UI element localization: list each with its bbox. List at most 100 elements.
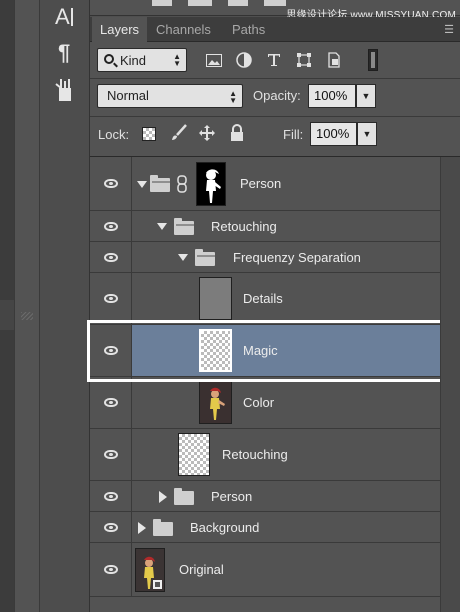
tab-layers[interactable]: Layers (92, 17, 148, 42)
collapse-arrow-icon[interactable] (159, 491, 167, 503)
fill-input[interactable]: 100% (310, 122, 357, 146)
character-tool-icon[interactable]: A (48, 2, 82, 30)
tool-panel-column: A ¶ (40, 0, 90, 612)
folder-icon (153, 519, 173, 536)
resize-grip-icon[interactable] (21, 312, 33, 320)
folder-icon (174, 488, 194, 505)
layer-thumbnail[interactable] (178, 433, 210, 476)
layer-row[interactable]: Color (90, 377, 440, 429)
type-filter-icon[interactable] (263, 49, 285, 71)
layer-name: Frequenzy Separation (233, 250, 361, 265)
expand-arrow-icon[interactable] (157, 223, 167, 230)
blend-row: Normal ▲ ▼ Opacity: 100% ▼ (90, 82, 460, 116)
opacity-input[interactable]: 100% (308, 84, 356, 108)
lock-all-icon[interactable] (228, 124, 246, 142)
visibility-toggle[interactable] (90, 242, 132, 272)
filter-kind-select[interactable]: Kind ▲ ▼ (97, 48, 187, 72)
panel-tabs: Layers Channels Paths ☰ (90, 17, 460, 42)
layer-thumbnail[interactable] (199, 277, 232, 320)
layer-name: Magic (243, 343, 278, 358)
blend-mode-select[interactable]: Normal ▲ ▼ (97, 84, 243, 108)
tool-presets-icon[interactable] (48, 76, 82, 104)
layer-row[interactable]: Retouching (90, 211, 440, 242)
search-icon (104, 54, 114, 64)
filter-toggle-switch[interactable] (368, 49, 378, 71)
updown-arrows-icon: ▲ ▼ (173, 52, 181, 68)
layer-row-selected[interactable]: Magic (90, 325, 440, 377)
dock-resize-bar[interactable] (14, 0, 40, 612)
tab-channels[interactable]: Channels (148, 17, 219, 42)
paragraph-tool-icon[interactable]: ¶ (48, 38, 82, 66)
expand-arrow-icon[interactable] (137, 181, 147, 188)
filter-kind-label: Kind (120, 52, 147, 68)
visibility-toggle[interactable] (90, 377, 132, 428)
tab-paths[interactable]: Paths (224, 17, 273, 42)
folder-icon (195, 249, 215, 266)
header-fragment (152, 0, 172, 6)
fill-dropdown-icon[interactable]: ▼ (357, 122, 377, 146)
layer-row[interactable]: Background (90, 512, 440, 543)
left-dock-strip (0, 0, 14, 612)
svg-text:A: A (55, 4, 70, 28)
lock-transparent-pixels-icon[interactable] (142, 127, 156, 141)
lock-image-pixels-icon[interactable] (170, 124, 188, 142)
layer-name: Original (179, 562, 224, 577)
layer-name: Retouching (222, 447, 288, 462)
layer-row[interactable]: Details (90, 273, 440, 325)
eye-icon (103, 522, 118, 532)
layer-name: Details (243, 291, 283, 306)
filter-row: Kind ▲ ▼ (90, 42, 460, 78)
lock-position-icon[interactable] (198, 124, 216, 142)
collapse-arrow-icon[interactable] (138, 522, 146, 534)
layer-name: Person (240, 176, 282, 191)
visibility-toggle[interactable] (90, 325, 132, 376)
layer-row[interactable]: Person (90, 481, 440, 512)
visibility-toggle[interactable] (90, 543, 132, 596)
visibility-toggle[interactable] (90, 157, 132, 210)
shape-filter-icon[interactable] (293, 49, 315, 71)
layer-row[interactable]: Frequenzy Separation (90, 242, 440, 273)
visibility-toggle[interactable] (90, 512, 132, 542)
expand-arrow-icon[interactable] (178, 254, 188, 261)
eye-icon (103, 565, 118, 574)
divider (90, 116, 460, 117)
visibility-toggle[interactable] (90, 429, 132, 480)
layer-thumbnail[interactable] (135, 548, 165, 592)
header-fragment (188, 0, 212, 6)
folder-icon (150, 175, 170, 192)
visibility-toggle[interactable] (90, 481, 132, 511)
eye-icon (103, 221, 118, 231)
chain-link-icon[interactable] (177, 175, 187, 193)
updown-arrows-icon: ▲ ▼ (229, 89, 237, 105)
layer-thumbnail[interactable] (199, 381, 232, 424)
layer-name: Person (211, 489, 253, 504)
opacity-label: Opacity: (253, 88, 301, 103)
layer-name: Background (190, 520, 260, 535)
eye-icon (103, 398, 118, 407)
eye-icon (103, 179, 118, 188)
layer-name: Color (243, 395, 275, 410)
layer-row[interactable]: Retouching (90, 429, 440, 481)
layers-scrollbar[interactable] (440, 157, 460, 612)
folder-icon (174, 218, 194, 235)
layer-row[interactable]: Person (90, 157, 440, 211)
image-filter-icon[interactable] (203, 49, 225, 71)
blend-mode-value: Normal (107, 88, 149, 103)
visibility-toggle[interactable] (90, 211, 132, 241)
eye-icon (103, 252, 118, 262)
header-fragment (228, 0, 248, 6)
layer-mask-thumbnail[interactable] (196, 162, 226, 206)
panel-menu-icon[interactable]: ☰ (444, 23, 454, 36)
eye-icon (103, 294, 118, 303)
smart-object-filter-icon[interactable] (323, 49, 345, 71)
lock-label: Lock: (98, 127, 130, 142)
layer-row[interactable]: Original (90, 543, 440, 597)
opacity-dropdown-icon[interactable]: ▼ (356, 84, 376, 108)
layers-list: Person Retouching Frequenzy Separation D… (87, 156, 460, 612)
header-fragment (264, 0, 286, 6)
adjustment-filter-icon[interactable] (233, 49, 255, 71)
eye-icon (103, 491, 118, 501)
visibility-toggle[interactable] (90, 273, 132, 324)
layer-thumbnail[interactable] (199, 329, 232, 372)
eye-icon (103, 450, 118, 459)
